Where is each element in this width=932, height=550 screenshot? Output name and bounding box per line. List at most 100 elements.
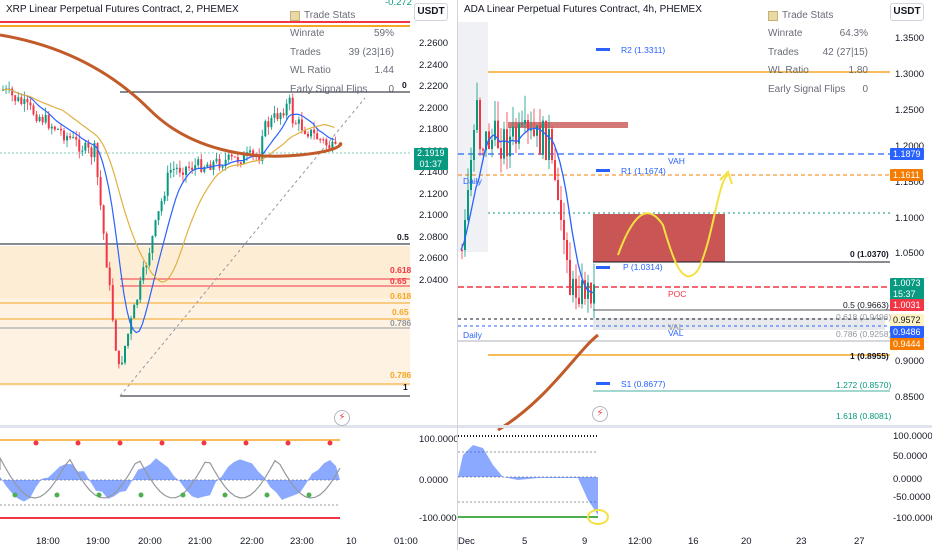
ada-chart-panel[interactable]: ADA Linear Perpetual Futures Contract, 4…	[458, 0, 932, 550]
candle	[509, 136, 511, 157]
candle	[563, 220, 565, 240]
candle	[157, 211, 160, 221]
candle	[297, 119, 300, 124]
stats-row: Winrate 64.3%	[768, 28, 868, 39]
candle	[66, 136, 69, 141]
osc-dot	[54, 492, 60, 498]
candle	[249, 150, 252, 153]
trade-stats-title: Trade Stats	[768, 10, 868, 21]
price-tick: 2.0800	[419, 231, 449, 243]
candle	[264, 121, 267, 137]
candle	[578, 297, 580, 305]
candle	[14, 95, 17, 102]
trade-stats-title: Trade Stats	[290, 10, 394, 21]
candle	[227, 154, 230, 160]
price-tick: 1.3500	[895, 33, 925, 44]
price-tag: 1.0073 15:37	[890, 278, 924, 300]
candle	[560, 200, 562, 220]
candle	[282, 113, 285, 116]
osc-tick: -100.0000	[419, 513, 458, 524]
pivot-marker	[596, 266, 610, 269]
candle	[38, 117, 41, 121]
candle	[536, 125, 538, 136]
candle	[87, 142, 90, 148]
candle	[545, 120, 547, 160]
pivot-label: S1 (0.8677)	[621, 379, 666, 389]
candle	[230, 154, 233, 157]
trade-stats-table: Trade Stats Winrate 64.3% Trades 42 (27|15…	[768, 10, 868, 99]
candle	[267, 121, 270, 128]
candle	[479, 100, 481, 150]
stats-icon	[768, 10, 778, 21]
osc-dot	[222, 492, 228, 498]
candle	[497, 120, 499, 149]
candle	[590, 282, 592, 304]
stats-row: WL Ratio 1.44	[290, 65, 394, 76]
time-tick: 23:00	[290, 536, 314, 547]
candle	[154, 220, 157, 237]
fib-label: 0 (1.0370)	[850, 249, 889, 259]
fib-label: 0.618	[390, 265, 412, 275]
fib-label: 0.618	[390, 291, 412, 301]
stats-row: Trades 42 (27|15)	[768, 46, 868, 58]
candle	[221, 166, 224, 168]
candle	[294, 123, 297, 125]
time-tick: 23	[796, 536, 807, 547]
time-tick: 20	[741, 536, 752, 547]
candle	[461, 250, 463, 251]
candle	[127, 333, 130, 346]
osc-tick: -50.0000	[893, 492, 931, 503]
stats-row: Trades 39 (23|16)	[290, 46, 394, 58]
candle	[78, 139, 81, 152]
candle	[148, 253, 151, 266]
candle	[542, 120, 544, 155]
price-tick: 2.2400	[419, 59, 449, 71]
candle	[506, 129, 508, 157]
price-tick: 1.0500	[895, 248, 925, 260]
time-tick: 01:00	[394, 536, 418, 547]
candle	[169, 169, 172, 173]
currency-button[interactable]: USDT	[414, 3, 448, 21]
osc-wave	[458, 445, 598, 515]
stats-row: Early Signal Flips 0	[768, 83, 868, 95]
time-tick: 5	[522, 536, 528, 547]
fib-label: 0.786	[390, 318, 412, 328]
candle	[17, 97, 20, 102]
vah-label: VAH	[668, 156, 685, 166]
lightning-icon[interactable]: ⚡	[334, 410, 350, 426]
candle	[175, 167, 178, 169]
candle	[63, 130, 65, 141]
candle	[218, 158, 221, 168]
partial-value: -0.272	[385, 0, 412, 8]
candle	[533, 129, 535, 136]
xrp-chart-panel[interactable]: XRP Linear Perpetual Futures Contract, 2…	[0, 0, 458, 550]
fib-label: 0.618 (0.9496)	[836, 312, 892, 322]
candle	[551, 129, 553, 160]
price-tag: 1.0031	[890, 299, 924, 311]
candle	[554, 160, 556, 180]
candle	[20, 97, 23, 105]
candle	[316, 133, 319, 140]
candle	[593, 284, 595, 304]
currency-button[interactable]: USDT	[890, 3, 924, 21]
price-tick: 0.8500	[895, 392, 925, 403]
pivot-label: R2 (1.3311)	[621, 45, 666, 55]
candle	[322, 139, 325, 141]
candle	[75, 136, 78, 140]
lightning-icon[interactable]: ⚡	[592, 406, 608, 422]
osc-dot	[327, 440, 333, 446]
price-tag: 0.9486	[890, 326, 924, 338]
candle	[69, 136, 72, 138]
osc-tick: 0.0000	[893, 474, 923, 485]
stats-icon	[290, 10, 300, 21]
osc-tick: 100.0000	[419, 434, 458, 445]
price-tick: 1.1000	[895, 212, 925, 224]
candle	[26, 99, 29, 103]
candle	[548, 129, 550, 160]
osc-dot	[117, 440, 123, 446]
osc-dot	[138, 492, 144, 498]
candle	[491, 139, 493, 149]
osc-dot	[33, 440, 39, 446]
candle	[291, 97, 294, 124]
candle	[300, 119, 303, 131]
